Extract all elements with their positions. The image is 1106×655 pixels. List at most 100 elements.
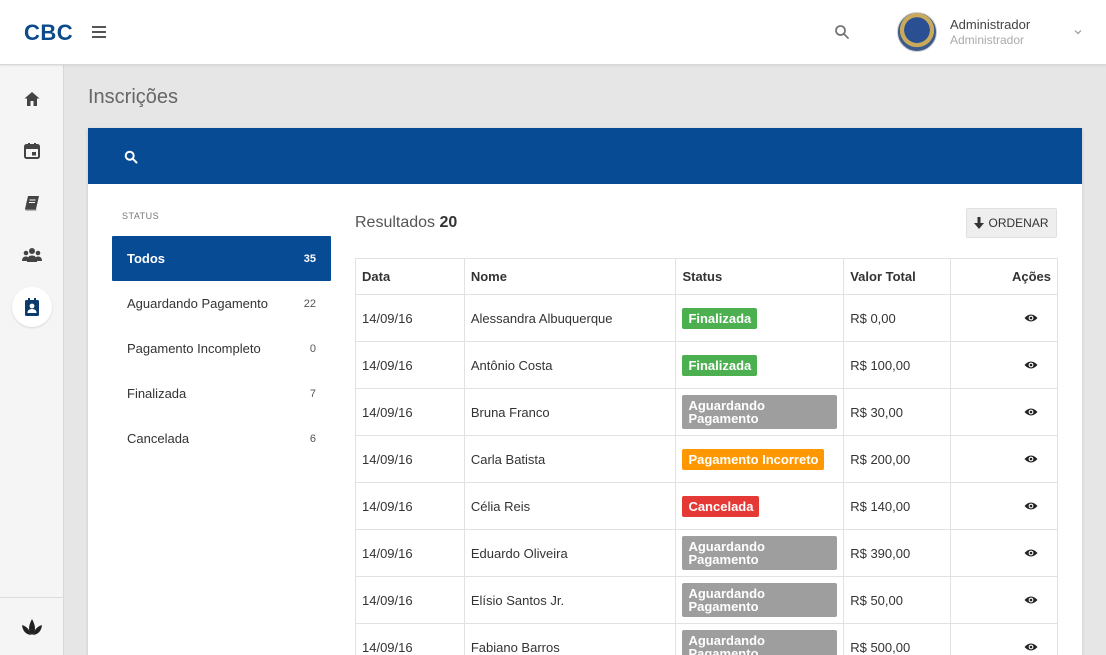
cell-date: 14/09/16 — [355, 435, 465, 483]
cell-value: R$ 0,00 — [843, 294, 952, 342]
top-bar: CBC Administrador Administrador — [0, 0, 1106, 65]
page-title: Inscrições — [88, 86, 179, 108]
cell-actions — [950, 529, 1058, 577]
filter-label: Pagamento Incompleto — [127, 341, 261, 356]
eye-icon[interactable] — [1024, 595, 1038, 605]
app-logo[interactable]: CBC — [24, 20, 73, 46]
home-icon — [24, 92, 40, 106]
filter-label: Cancelada — [127, 431, 190, 446]
cell-name: Alessandra Albuquerque — [463, 294, 677, 342]
cell-date: 14/09/16 — [355, 294, 465, 342]
eye-icon[interactable] — [1024, 360, 1038, 370]
table-row: 14/09/16 Elísio Santos Jr. Aguardando Paga… — [355, 576, 1058, 624]
calendar-icon — [24, 143, 40, 159]
filter-item-aguardando-pagamento[interactable]: Aguardando Pagamento 22 — [112, 281, 331, 326]
column-header-nome[interactable]: Nome — [463, 258, 677, 295]
cell-date: 14/09/16 — [355, 623, 465, 655]
registrations-table: Data Nome Status Valor Total Ações 14/09… — [355, 258, 1058, 655]
order-button[interactable]: ORDENAR — [966, 208, 1057, 238]
sidebar-item-registrations[interactable] — [12, 287, 52, 327]
eye-icon[interactable] — [1024, 407, 1038, 417]
status-badge: Aguardando Pagamento — [682, 536, 838, 570]
cell-name: Eduardo Oliveira — [463, 529, 677, 577]
card-header — [88, 128, 1082, 184]
filter-count: 22 — [303, 297, 316, 310]
search-icon[interactable] — [124, 150, 138, 164]
status-badge: Aguardando Pagamento — [682, 630, 838, 655]
column-header-status[interactable]: Status — [675, 258, 845, 295]
results-count: 20 — [439, 214, 458, 231]
group-icon — [22, 248, 42, 262]
contact-card-icon — [25, 298, 39, 316]
chevron-down-icon[interactable] — [1072, 26, 1084, 38]
results-label: Resultados — [355, 214, 436, 231]
cell-date: 14/09/16 — [355, 388, 465, 436]
leaf-logo-icon — [22, 618, 42, 635]
cell-value: R$ 390,00 — [843, 529, 952, 577]
search-icon[interactable] — [834, 24, 850, 40]
sidebar-item-groups[interactable] — [12, 235, 52, 275]
status-badge: Aguardando Pagamento — [682, 583, 838, 617]
book-icon — [25, 196, 39, 211]
column-header-data[interactable]: Data — [355, 258, 465, 295]
menu-icon[interactable] — [92, 23, 106, 41]
sidebar-footer — [0, 597, 64, 655]
cell-status: Aguardando Pagamento — [675, 388, 845, 436]
status-badge: Finalizada — [682, 354, 758, 376]
filter-item-finalizada[interactable]: Finalizada 7 — [112, 371, 331, 416]
cell-status: Aguardando Pagamento — [675, 576, 845, 624]
filter-item-cancelada[interactable]: Cancelada 6 — [112, 416, 331, 461]
table-row: 14/09/16 Antônio Costa Finalizada R$ 100,00 — [355, 341, 1058, 389]
cell-value: R$ 140,00 — [843, 482, 952, 530]
cell-name: Célia Reis — [463, 482, 677, 530]
cell-name: Bruna Franco — [463, 388, 677, 436]
table-row: 14/09/16 Carla Batista Pagamento Incorreto… — [355, 435, 1058, 483]
cell-actions — [950, 435, 1058, 483]
filter-item-todos[interactable]: Todos 35 — [112, 236, 331, 281]
user-name[interactable]: Administrador — [950, 17, 1030, 32]
avatar[interactable] — [897, 12, 937, 52]
sidebar-item-calendar[interactable] — [12, 131, 52, 171]
column-header-valor-total[interactable]: Valor Total — [843, 258, 952, 295]
arrow-down-icon — [974, 217, 985, 229]
cell-status: Pagamento Incorreto — [675, 435, 845, 483]
table-row: 14/09/16 Célia Reis Cancelada R$ 140,00 — [355, 482, 1058, 530]
sidebar-item-books[interactable] — [12, 183, 52, 223]
eye-icon[interactable] — [1024, 454, 1038, 464]
eye-icon[interactable] — [1024, 642, 1038, 652]
eye-icon[interactable] — [1024, 501, 1038, 511]
cell-status: Finalizada — [675, 294, 845, 342]
filter-count: 35 — [303, 252, 316, 265]
cell-name: Carla Batista — [463, 435, 677, 483]
cell-status: Aguardando Pagamento — [675, 529, 845, 577]
table-header-row: Data Nome Status Valor Total Ações — [355, 258, 1058, 295]
filter-count: 6 — [309, 432, 316, 445]
table-row: 14/09/16 Fabiano Barros Aguardando Pagamen… — [355, 623, 1058, 655]
cell-name: Fabiano Barros — [463, 623, 677, 655]
cell-date: 14/09/16 — [355, 576, 465, 624]
cell-actions — [950, 623, 1058, 655]
main-card: STATUS Todos 35 Aguardando Pagamento 22 … — [88, 128, 1082, 655]
eye-icon[interactable] — [1024, 313, 1038, 323]
filter-item-pagamento-incompleto[interactable]: Pagamento Incompleto 0 — [112, 326, 331, 371]
cell-status: Cancelada — [675, 482, 845, 530]
cell-actions — [950, 576, 1058, 624]
order-button-label: ORDENAR — [988, 216, 1049, 230]
table-row: 14/09/16 Bruna Franco Aguardando Pagamento… — [355, 388, 1058, 436]
cell-date: 14/09/16 — [355, 482, 465, 530]
cell-value: R$ 100,00 — [843, 341, 952, 389]
column-header-acoes: Ações — [950, 258, 1058, 295]
table-row: 14/09/16 Alessandra Albuquerque Finalizada… — [355, 294, 1058, 342]
cell-value: R$ 30,00 — [843, 388, 952, 436]
eye-icon[interactable] — [1024, 548, 1038, 558]
cell-actions — [950, 482, 1058, 530]
filter-count: 7 — [309, 387, 316, 400]
cell-name: Antônio Costa — [463, 341, 677, 389]
cell-value: R$ 500,00 — [843, 623, 952, 655]
filter-section-label: STATUS — [122, 211, 160, 221]
sidebar-item-home[interactable] — [12, 79, 52, 119]
status-badge: Aguardando Pagamento — [682, 395, 838, 429]
filter-label: Aguardando Pagamento — [127, 296, 268, 311]
cell-value: R$ 200,00 — [843, 435, 952, 483]
cell-date: 14/09/16 — [355, 341, 465, 389]
